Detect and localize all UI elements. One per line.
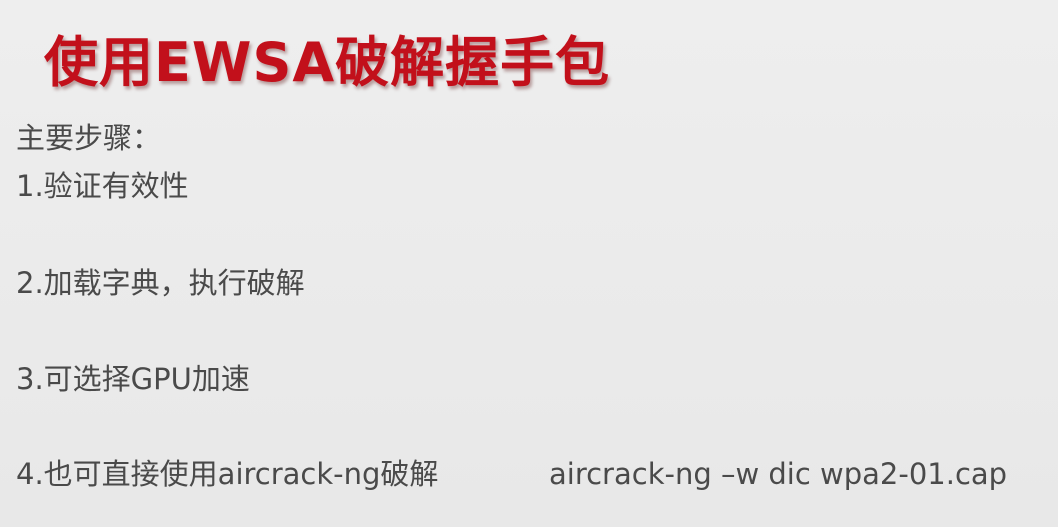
steps-heading: 主要步骤： [16, 121, 162, 155]
slide: 使用EWSA破解握手包 主要步骤： 1.验证有效性 2.加载字典，执行破解 3.… [0, 0, 1058, 527]
step-item: 1.验证有效性 [16, 169, 189, 203]
slide-title: 使用EWSA破解握手包 [44, 31, 611, 94]
step-item: 2.加载字典，执行破解 [16, 266, 305, 300]
step-item: 3.可选择GPU加速 [16, 362, 250, 396]
step-item: 4.也可直接使用aircrack-ng破解 [16, 457, 439, 491]
command-text: aircrack-ng –w dic wpa2-01.cap [549, 457, 1008, 491]
